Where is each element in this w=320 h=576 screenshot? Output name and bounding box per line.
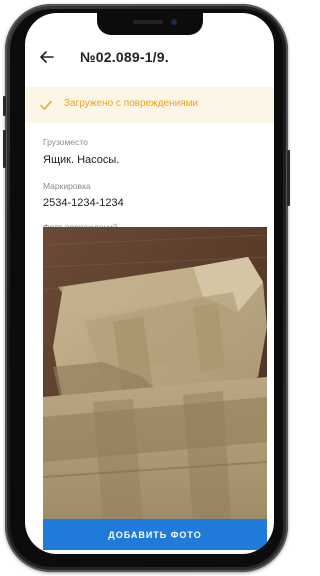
damage-photo[interactable] — [43, 227, 267, 521]
front-camera — [171, 19, 177, 25]
app-screen: №02.089-1/9. Загружено с повреждениями Г… — [25, 13, 274, 554]
speaker-grill — [133, 20, 163, 24]
status-banner: Загружено с повреждениями — [25, 87, 274, 123]
phone-side-button — [3, 130, 6, 168]
phone-side-button — [3, 96, 6, 116]
arrow-left-icon[interactable] — [39, 49, 55, 65]
phone-side-button — [287, 150, 290, 206]
damage-photo-image — [43, 227, 267, 521]
cargo-value: Ящик. Насосы. — [43, 154, 120, 166]
app-header: №02.089-1/9. — [25, 35, 274, 81]
add-photo-button[interactable]: ДОБАВИТЬ ФОТО — [43, 519, 267, 550]
page-title: №02.089-1/9. — [80, 49, 169, 65]
cargo-label: Грузоместо — [43, 137, 88, 147]
marking-label: Маркировка — [43, 181, 91, 191]
marking-value: 2534-1234-1234 — [43, 197, 124, 209]
status-text: Загружено с повреждениями — [64, 98, 199, 109]
checkmark-icon — [40, 100, 52, 110]
phone-notch — [97, 13, 203, 35]
